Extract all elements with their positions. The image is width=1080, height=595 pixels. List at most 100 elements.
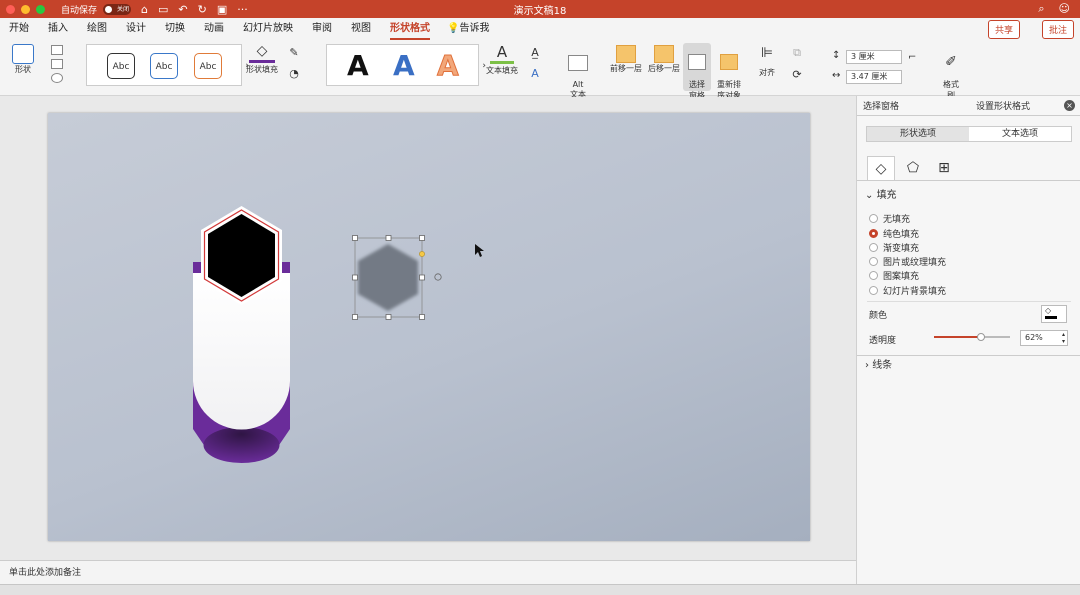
fill-option-label: 幻灯片背景填充 <box>883 287 947 297</box>
shape-fill-label: 形状填充 <box>246 65 278 74</box>
reorder-icon <box>720 54 738 70</box>
tell-me[interactable]: 💡告诉我 <box>447 18 489 40</box>
tab-design[interactable]: 设计 <box>126 18 146 40</box>
outline-effects-group[interactable]: ✎ ◔ <box>284 46 304 80</box>
fill-section-header[interactable]: ⌄ 填充 <box>857 188 1080 204</box>
color-picker-button[interactable]: ◇ <box>1041 305 1067 323</box>
shape-fill-button[interactable]: ◇ 形状填充 <box>244 43 280 75</box>
panel-tabs: 选择窗格 设置形状格式 × <box>857 96 1080 116</box>
fill-option-label: 图片或纹理填充 <box>883 258 947 268</box>
tab-slideshow[interactable]: 幻灯片放映 <box>243 18 293 40</box>
comment-button[interactable]: 批注 <box>1041 20 1074 39</box>
text-effects-icon: A <box>531 67 539 80</box>
send-backward-button[interactable]: 后移一层 <box>644 45 684 74</box>
share-button[interactable]: 共享 <box>987 20 1020 39</box>
wordart-style-2[interactable]: A <box>393 49 415 82</box>
tab-review[interactable]: 审阅 <box>312 18 332 40</box>
selection-pane-button[interactable]: 选择 窗格 <box>683 43 711 100</box>
format-painter-button[interactable]: ✐ 格式 刷 <box>937 45 965 101</box>
shape-label: 形状 <box>15 65 31 74</box>
save-icon[interactable]: ▭ <box>158 3 168 16</box>
fill-line-icon[interactable]: ◇ <box>867 156 895 180</box>
chevron-down-icon: ⌄ <box>865 190 877 201</box>
tab-transitions[interactable]: 切换 <box>165 18 185 40</box>
tab-selection-pane[interactable]: 选择窗格 <box>863 99 899 112</box>
adjust-handle[interactable] <box>419 251 425 257</box>
slide[interactable] <box>48 113 810 541</box>
notes-pane[interactable]: 单击此处添加备注 <box>0 560 856 584</box>
redo-icon[interactable]: ↻ <box>198 3 207 16</box>
line-section-label: 线条 <box>872 360 893 371</box>
shape-style-2[interactable]: Abc <box>150 53 178 79</box>
send-backward-label: 后移一层 <box>648 64 680 73</box>
shape-options-tab[interactable]: 形状选项 <box>867 127 969 141</box>
transparency-label: 透明度 <box>869 336 897 346</box>
size-properties-icon[interactable]: ⊞ <box>930 156 958 180</box>
status-bar <box>0 584 1080 595</box>
align-button[interactable]: ⊫ 对齐 <box>750 45 784 78</box>
alt-text-icon <box>568 55 588 71</box>
undo-icon[interactable]: ↶ <box>178 3 187 16</box>
radio-pattern-fill[interactable]: 图案填充 <box>869 269 919 282</box>
tab-insert[interactable]: 插入 <box>48 18 68 40</box>
shape-styles-gallery: Abc Abc Abc › <box>86 44 249 86</box>
paint-bucket-icon: ◇ <box>256 43 268 59</box>
shape-style-1[interactable]: Abc <box>107 53 135 79</box>
text-outline-effects-group[interactable]: A̲ A <box>524 46 546 80</box>
radio-solid-fill[interactable]: 纯色填充 <box>869 227 919 240</box>
effects-icon[interactable]: ⬠ <box>899 156 927 180</box>
radio-slide-bg-fill[interactable]: 幻灯片背景填充 <box>869 284 946 297</box>
ribbon: 形状 Abc Abc Abc › ◇ 形状填充 ✎ ◔ A A A › A 文本… <box>0 40 1080 100</box>
line-section-header[interactable]: › 线条 <box>857 358 1080 374</box>
group-rotate-group[interactable]: ⧉ ⟳ <box>788 46 806 81</box>
lock-aspect-icon[interactable]: ⌐ <box>908 52 916 63</box>
tab-shape-format[interactable]: 形状格式 <box>390 18 430 40</box>
more-icon[interactable]: ··· <box>237 3 248 16</box>
width-icon: ↔ <box>832 70 841 81</box>
text-options-tab[interactable]: 文本选项 <box>969 127 1071 141</box>
close-window-button[interactable] <box>6 4 15 14</box>
stepper-icon[interactable]: ▴ ▾ <box>1062 331 1065 345</box>
autosave-toggle[interactable]: 关闭 <box>103 3 132 15</box>
align-label: 对齐 <box>759 68 775 77</box>
radio-gradient-fill[interactable]: 渐变填充 <box>869 241 919 254</box>
gray-hexagon[interactable] <box>358 244 418 311</box>
wordart-style-3[interactable]: A <box>437 49 460 83</box>
tell-me-label: 告诉我 <box>459 23 490 34</box>
rotate-icon: ⟳ <box>792 68 802 81</box>
width-field[interactable]: 3.47 厘米 <box>846 70 902 84</box>
fill-option-label: 渐变填充 <box>883 244 920 254</box>
radio-picture-fill[interactable]: 图片或纹理填充 <box>869 255 946 268</box>
transparency-slider[interactable] <box>934 333 1010 341</box>
close-panel-icon[interactable]: × <box>1064 100 1075 111</box>
mouse-cursor-icon <box>475 244 484 257</box>
bring-forward-button[interactable]: 前移一层 <box>606 45 646 74</box>
options-switch: 形状选项 文本选项 <box>866 126 1072 142</box>
wordart-style-1[interactable]: A <box>347 49 369 82</box>
text-fill-button[interactable]: A 文本填充 <box>484 43 520 76</box>
home-icon[interactable]: ⌂ <box>141 3 148 16</box>
edit-shape-group[interactable] <box>46 45 68 85</box>
account-icon[interactable]: ☺ <box>1059 2 1070 16</box>
transparency-slider-thumb[interactable] <box>977 333 986 341</box>
radio-dot <box>869 214 878 223</box>
tab-animations[interactable]: 动画 <box>204 18 224 40</box>
search-icon[interactable]: ⌕ <box>1038 2 1044 16</box>
tab-format-shape[interactable]: 设置形状格式 <box>976 99 1030 112</box>
shape-button[interactable]: 形状 <box>8 44 38 75</box>
tab-home[interactable]: 开始 <box>9 18 29 40</box>
transparency-input[interactable]: 62% ▴ ▾ <box>1020 330 1068 346</box>
alt-text-button[interactable]: Alt 文本 <box>562 46 594 100</box>
radio-no-fill[interactable]: 无填充 <box>869 212 910 225</box>
tab-draw[interactable]: 绘图 <box>87 18 107 40</box>
rotate-handle[interactable] <box>434 273 442 281</box>
purple-base-shadow <box>203 427 280 463</box>
tab-view[interactable]: 视图 <box>351 18 371 40</box>
reorder-objects-button[interactable]: 重新排 序对象 <box>712 45 746 101</box>
fill-option-label: 无填充 <box>883 215 911 225</box>
height-field[interactable]: 3 厘米 <box>846 50 902 64</box>
present-icon[interactable]: ▣ <box>217 3 227 16</box>
zoom-window-button[interactable] <box>36 4 45 14</box>
minimize-window-button[interactable] <box>21 4 30 14</box>
shape-style-3[interactable]: Abc <box>194 53 222 79</box>
